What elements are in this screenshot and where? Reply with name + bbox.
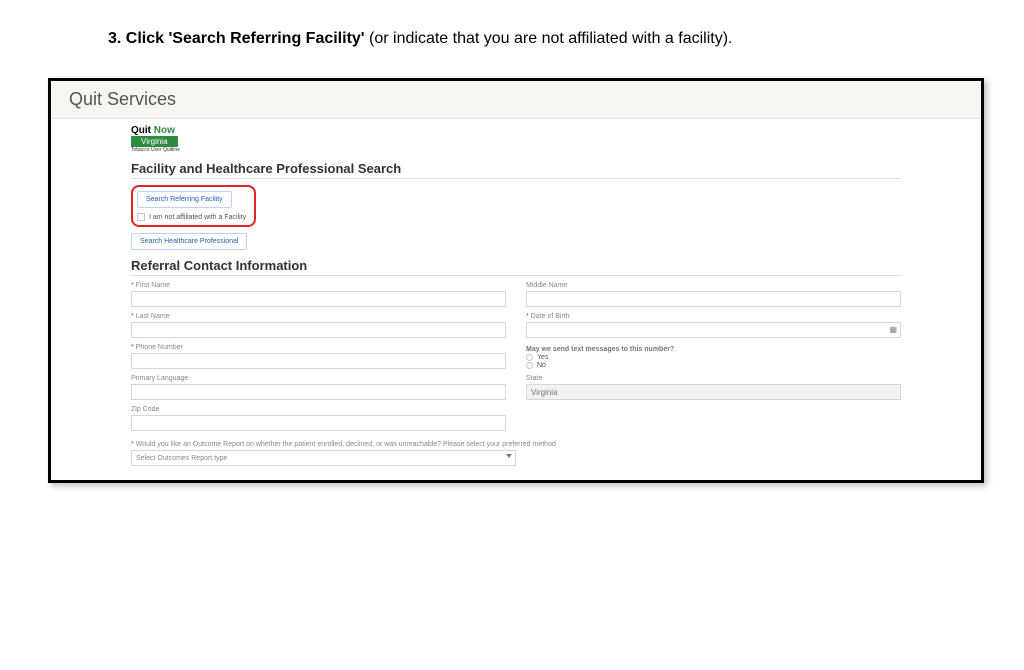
radio-yes-row[interactable]: Yes <box>526 354 901 361</box>
state-field <box>526 384 901 400</box>
label-text-question: May we send text messages to this number… <box>526 346 674 353</box>
section-referral-title: Referral Contact Information <box>131 258 901 276</box>
app-title: Quit Services <box>69 89 176 109</box>
logo-title: Quit Now <box>131 125 901 136</box>
first-name-field[interactable] <box>131 291 506 307</box>
radio-yes-label: Yes <box>537 354 548 361</box>
outcome-select-value: Select Outcomes Report type <box>131 450 516 466</box>
section-facility-title: Facility and Healthcare Professional Sea… <box>131 161 901 179</box>
chevron-down-icon <box>506 454 512 458</box>
instruction-bold: 3. Click 'Search Referring Facility' <box>108 30 365 47</box>
label-outcome-question: Would you like an Outcome Report on whet… <box>131 441 901 448</box>
last-name-field[interactable] <box>131 322 506 338</box>
dob-field[interactable] <box>526 322 901 338</box>
label-state: State <box>526 375 901 382</box>
radio-no-row[interactable]: No <box>526 362 901 369</box>
checkbox-icon[interactable] <box>137 213 145 221</box>
label-zip: Zip Code <box>131 406 506 413</box>
zip-field[interactable] <box>131 415 506 431</box>
screenshot-frame: Quit Services Quit Now Virginia Tobacco … <box>48 78 984 483</box>
highlight-annotation: Search Referring Facility I am not affil… <box>131 185 256 227</box>
primary-language-field[interactable] <box>131 384 506 400</box>
radio-no-label: No <box>537 362 546 369</box>
search-healthcare-professional-button[interactable]: Search Healthcare Professional <box>131 233 247 250</box>
app-topbar: Quit Services <box>51 81 981 119</box>
label-primary-language: Primary Language <box>131 375 506 382</box>
phone-field[interactable] <box>131 353 506 369</box>
brand-logo: Quit Now Virginia Tobacco User Quitline <box>131 125 901 153</box>
not-affiliated-row[interactable]: I am not affiliated with a Facility <box>137 213 246 221</box>
not-affiliated-label: I am not affiliated with a Facility <box>149 214 246 221</box>
radio-icon[interactable] <box>526 362 533 369</box>
calendar-icon[interactable]: ▦ <box>889 325 897 334</box>
outcome-select[interactable]: Select Outcomes Report type <box>131 450 516 466</box>
app-content: Quit Now Virginia Tobacco User Quitline … <box>51 119 981 480</box>
label-first-name: First Name <box>131 282 506 289</box>
instruction-rest: (or indicate that you are not affiliated… <box>365 30 733 47</box>
logo-pill: Virginia <box>131 136 178 147</box>
label-last-name: Last Name <box>131 313 506 320</box>
radio-icon[interactable] <box>526 354 533 361</box>
middle-name-field[interactable] <box>526 291 901 307</box>
instruction-step: 3. Click 'Search Referring Facility' (or… <box>108 30 1024 48</box>
search-referring-facility-button[interactable]: Search Referring Facility <box>137 191 232 208</box>
label-middle-name: Middle Name <box>526 282 901 289</box>
label-dob: Date of Birth <box>526 313 901 320</box>
logo-subtitle: Tobacco User Quitline <box>131 147 901 153</box>
label-phone: Phone Number <box>131 344 506 351</box>
